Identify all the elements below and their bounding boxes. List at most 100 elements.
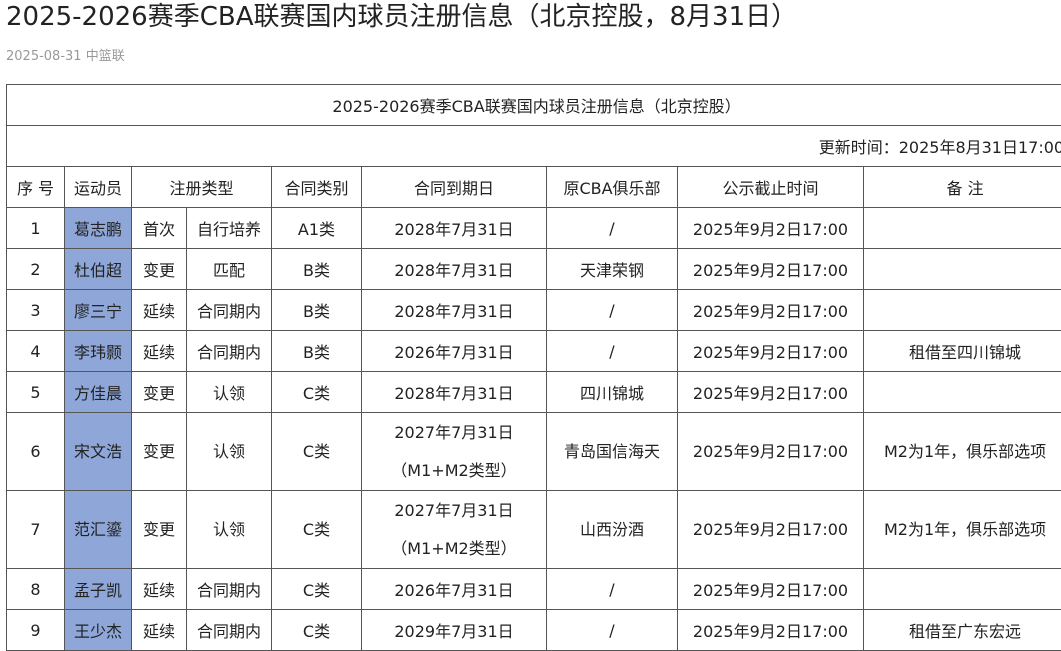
cell-remark [864, 372, 1061, 413]
cell-former-club: 天津荣钢 [547, 249, 678, 290]
cell-no: 7 [7, 491, 65, 569]
publish-date: 2025-08-31 [6, 49, 82, 64]
cell-contract-type: B类 [272, 331, 362, 372]
table-row: 3廖三宁延续合同期内B类2028年7月31日/2025年9月2日17:00 [7, 290, 1061, 331]
table-caption: 2025-2026赛季CBA联赛国内球员注册信息（北京控股） [7, 85, 1061, 126]
cell-former-club: / [547, 569, 678, 610]
cell-no: 3 [7, 290, 65, 331]
table-row: 1葛志鹏首次自行培养A1类2028年7月31日/2025年9月2日17:00 [7, 208, 1061, 249]
cell-no: 5 [7, 372, 65, 413]
cell-contract-type: C类 [272, 372, 362, 413]
cell-remark [864, 569, 1061, 610]
cell-reg-action: 变更 [132, 413, 187, 491]
update-time: 更新时间：2025年8月31日17:00 [7, 126, 1061, 167]
cell-contract-type: B类 [272, 290, 362, 331]
header-deadline: 公示截止时间 [678, 167, 864, 208]
cell-no: 6 [7, 413, 65, 491]
cell-reg-method: 合同期内 [187, 331, 272, 372]
cell-player: 宋文浩 [65, 413, 132, 491]
cell-expiry: 2028年7月31日 [362, 208, 547, 249]
cell-deadline: 2025年9月2日17:00 [678, 491, 864, 569]
cell-reg-method: 合同期内 [187, 610, 272, 651]
header-player: 运动员 [65, 167, 132, 208]
cell-reg-method: 合同期内 [187, 290, 272, 331]
cell-no: 4 [7, 331, 65, 372]
cell-player: 杜伯超 [65, 249, 132, 290]
cell-remark [864, 249, 1061, 290]
cell-remark: 租借至四川锦城 [864, 331, 1061, 372]
cell-expiry: 2028年7月31日 [362, 249, 547, 290]
cell-deadline: 2025年9月2日17:00 [678, 569, 864, 610]
cell-contract-type: C类 [272, 491, 362, 569]
header-contract-type: 合同类别 [272, 167, 362, 208]
table-row: 6宋文浩变更认领C类2027年7月31日（M1+M2类型）青岛国信海天2025年… [7, 413, 1061, 491]
header-no: 序 号 [7, 167, 65, 208]
cell-former-club: / [547, 208, 678, 249]
table-row: 7范汇鎏变更认领C类2027年7月31日（M1+M2类型）山西汾酒2025年9月… [7, 491, 1061, 569]
cell-deadline: 2025年9月2日17:00 [678, 413, 864, 491]
cell-no: 8 [7, 569, 65, 610]
table-row: 8孟子凯延续合同期内C类2026年7月31日/2025年9月2日17:00 [7, 569, 1061, 610]
cell-player: 王少杰 [65, 610, 132, 651]
cell-contract-type: C类 [272, 610, 362, 651]
cell-deadline: 2025年9月2日17:00 [678, 610, 864, 651]
source-name: 中篮联 [86, 49, 125, 64]
cell-deadline: 2025年9月2日17:00 [678, 249, 864, 290]
cell-reg-action: 延续 [132, 290, 187, 331]
cell-no: 1 [7, 208, 65, 249]
cell-deadline: 2025年9月2日17:00 [678, 331, 864, 372]
expiry-date: 2027年7月31日 [362, 414, 546, 452]
table-header-row: 序 号 运动员 注册类型 合同类别 合同到期日 原CBA俱乐部 公示截止时间 备… [7, 167, 1061, 208]
expiry-type-note: （M1+M2类型） [362, 530, 546, 568]
cell-reg-method: 自行培养 [187, 208, 272, 249]
cell-former-club: / [547, 610, 678, 651]
header-remark: 备 注 [864, 167, 1061, 208]
cell-former-club: / [547, 331, 678, 372]
cell-expiry: 2028年7月31日 [362, 372, 547, 413]
cell-reg-action: 延续 [132, 610, 187, 651]
cell-expiry: 2027年7月31日（M1+M2类型） [362, 491, 547, 569]
cell-reg-action: 变更 [132, 249, 187, 290]
cell-reg-action: 首次 [132, 208, 187, 249]
cell-contract-type: B类 [272, 249, 362, 290]
expiry-date: 2027年7月31日 [362, 492, 546, 530]
header-reg-type: 注册类型 [132, 167, 272, 208]
cell-player: 孟子凯 [65, 569, 132, 610]
cell-contract-type: C类 [272, 413, 362, 491]
table-row: 4李玮颢延续合同期内B类2026年7月31日/2025年9月2日17:00租借至… [7, 331, 1061, 372]
registration-table: 2025-2026赛季CBA联赛国内球员注册信息（北京控股） 更新时间：2025… [6, 84, 1061, 651]
cell-deadline: 2025年9月2日17:00 [678, 290, 864, 331]
cell-player: 葛志鹏 [65, 208, 132, 249]
cell-reg-method: 合同期内 [187, 569, 272, 610]
cell-player: 李玮颢 [65, 331, 132, 372]
cell-reg-method: 匹配 [187, 249, 272, 290]
cell-reg-action: 延续 [132, 331, 187, 372]
cell-former-club: 四川锦城 [547, 372, 678, 413]
expiry-type-note: （M1+M2类型） [362, 452, 546, 490]
cell-reg-action: 变更 [132, 372, 187, 413]
cell-remark: M2为1年，俱乐部选项 [864, 491, 1061, 569]
cell-remark [864, 208, 1061, 249]
header-expiry: 合同到期日 [362, 167, 547, 208]
cell-expiry: 2027年7月31日（M1+M2类型） [362, 413, 547, 491]
cell-remark [864, 290, 1061, 331]
cell-former-club: 山西汾酒 [547, 491, 678, 569]
cell-reg-method: 认领 [187, 413, 272, 491]
cell-deadline: 2025年9月2日17:00 [678, 208, 864, 249]
page-title: 2025-2026赛季CBA联赛国内球员注册信息（北京控股，8月31日） [6, 0, 797, 34]
cell-contract-type: A1类 [272, 208, 362, 249]
cell-reg-action: 变更 [132, 491, 187, 569]
cell-reg-method: 认领 [187, 491, 272, 569]
cell-reg-action: 延续 [132, 569, 187, 610]
cell-expiry: 2028年7月31日 [362, 290, 547, 331]
cell-player: 方佳晨 [65, 372, 132, 413]
table-row: 2杜伯超变更匹配B类2028年7月31日天津荣钢2025年9月2日17:00 [7, 249, 1061, 290]
cell-remark: 租借至广东宏远 [864, 610, 1061, 651]
cell-player: 廖三宁 [65, 290, 132, 331]
cell-no: 2 [7, 249, 65, 290]
cell-expiry: 2029年7月31日 [362, 610, 547, 651]
cell-former-club: / [547, 290, 678, 331]
article-meta: 2025-08-31 中篮联 [6, 45, 125, 64]
cell-reg-method: 认领 [187, 372, 272, 413]
cell-no: 9 [7, 610, 65, 651]
